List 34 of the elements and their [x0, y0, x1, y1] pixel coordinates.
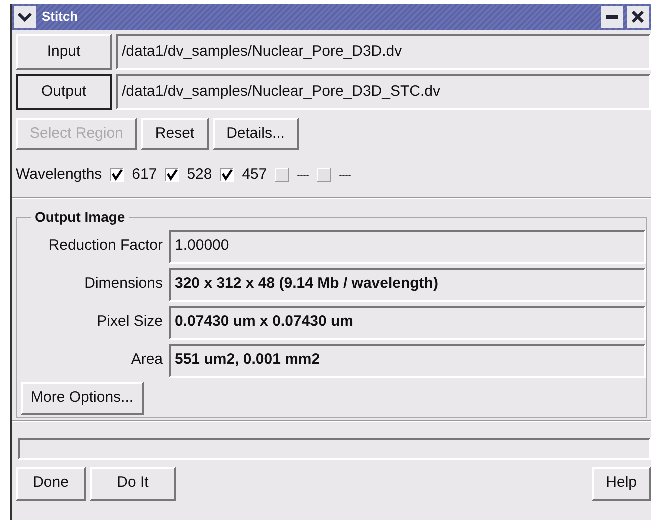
file-button[interactable]: Output: [16, 74, 112, 110]
placeholder-label: ----: [297, 168, 310, 182]
checkbox[interactable]: [165, 168, 180, 182]
path-field[interactable]: /data1/dv_samples/Nuclear_Pore_D3D.dv: [116, 34, 651, 70]
readout-field: 0.07430 um x 0.07430 um: [169, 306, 646, 340]
file-button[interactable]: Input: [16, 34, 112, 70]
placeholder-label: ----: [339, 168, 352, 182]
close-icon: [632, 11, 644, 23]
field-label: Area: [130, 350, 164, 370]
chevron-down-icon: [18, 12, 32, 22]
input-field[interactable]: 1.00000: [169, 230, 646, 264]
wavelength-label: 457: [242, 165, 268, 185]
field-label: Reduction Factor: [48, 236, 164, 256]
wavelength-label: 617: [132, 165, 158, 185]
wavelengths-label: Wavelengths: [16, 165, 102, 185]
dialog-button[interactable]: Help: [592, 466, 651, 500]
checkbox[interactable]: [110, 168, 124, 182]
readout-field: 551 um2, 0.001 mm2: [169, 344, 646, 378]
dialog-button[interactable]: Do It: [90, 466, 176, 500]
window-menu-button[interactable]: [14, 6, 36, 28]
minimize-icon: [606, 14, 618, 20]
readout-field: 320 x 312 x 48 (9.14 Mb / wavelength): [169, 268, 646, 302]
close-button[interactable]: [627, 6, 649, 28]
action-button[interactable]: Details...: [212, 118, 299, 150]
field-label: Pixel Size: [96, 312, 164, 332]
minimize-button[interactable]: [601, 6, 623, 28]
wavelength-label: 528: [187, 165, 212, 185]
action-button[interactable]: Reset: [141, 118, 209, 150]
path-field[interactable]: /data1/dv_samples/Nuclear_Pore_D3D_STC.dv: [116, 74, 651, 110]
more-options-button[interactable]: More Options...: [21, 382, 144, 414]
checkbox[interactable]: [220, 168, 234, 182]
dialog-button[interactable]: Done: [16, 466, 86, 500]
field-label: Dimensions: [84, 274, 164, 294]
window-title: Stitch: [42, 8, 80, 26]
